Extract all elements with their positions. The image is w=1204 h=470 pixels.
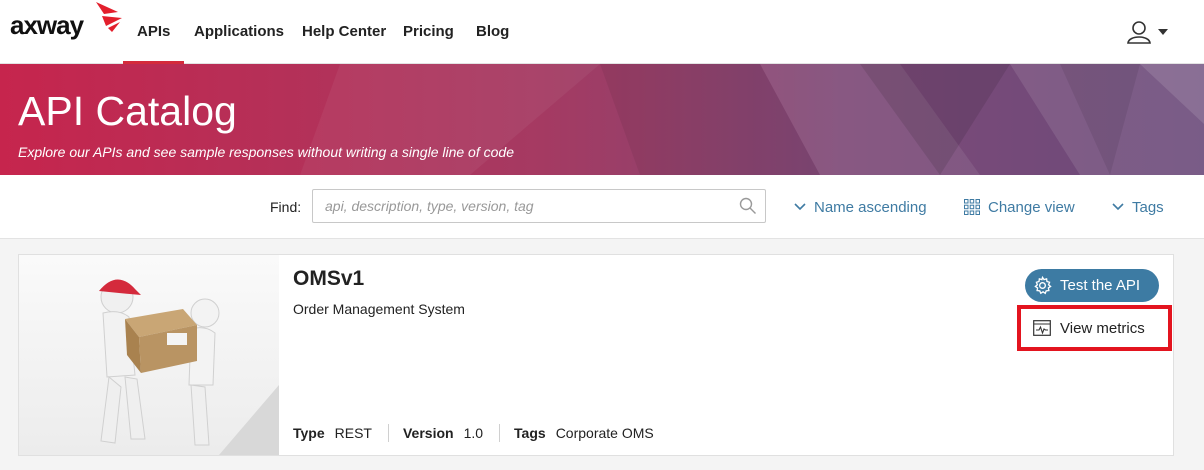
change-view-button[interactable]: Change view — [964, 197, 1075, 217]
metrics-chart-icon — [1033, 320, 1051, 336]
api-card[interactable]: OMSv1 Order Management System Type REST … — [18, 254, 1174, 456]
api-name[interactable]: OMSv1 — [293, 267, 364, 291]
user-menu[interactable] — [1126, 20, 1170, 46]
nav-blog[interactable]: Blog — [476, 0, 509, 64]
logo-mark-icon — [96, 2, 122, 32]
api-meta: Type REST Version 1.0 Tags Corporate OMS — [293, 424, 670, 442]
type-label: Type — [293, 425, 325, 441]
find-label: Find: — [270, 199, 302, 215]
api-image — [19, 255, 279, 455]
user-icon — [1127, 21, 1151, 44]
search-input[interactable] — [313, 190, 733, 222]
nav-applications[interactable]: Applications — [194, 0, 284, 64]
page-title: API Catalog — [18, 88, 237, 134]
nav-apis[interactable]: APIs — [123, 0, 185, 64]
view-metrics-button[interactable]: View metrics — [1017, 305, 1172, 351]
type-value: REST — [334, 425, 372, 441]
sort-label: Name ascending — [814, 198, 927, 216]
caret-down-icon — [1158, 29, 1168, 35]
hero-banner: API Catalog Explore our APIs and see sam… — [0, 64, 1204, 175]
api-description: Order Management System — [293, 301, 465, 317]
tags-meta-label: Tags — [514, 425, 546, 441]
chevron-down-icon — [1112, 203, 1124, 211]
chevron-down-icon — [794, 203, 806, 211]
tags-label: Tags — [1132, 198, 1164, 216]
axway-logo[interactable]: axway — [10, 2, 126, 42]
test-api-label: Test the API — [1060, 277, 1141, 294]
logo-text: axway — [10, 10, 84, 40]
catalog-toolbar: Find: Name ascending Change view Tags — [0, 175, 1204, 239]
version-value: 1.0 — [463, 425, 484, 441]
grid-icon — [964, 199, 980, 215]
test-api-button[interactable]: Test the API — [1025, 269, 1159, 302]
meta-divider — [387, 424, 389, 442]
tags-meta-value: Corporate OMS — [555, 425, 654, 441]
sort-dropdown[interactable]: Name ascending — [794, 197, 927, 217]
tags-dropdown[interactable]: Tags — [1112, 197, 1164, 217]
search-field[interactable] — [312, 189, 766, 223]
page-subtitle: Explore our APIs and see sample response… — [18, 144, 514, 160]
nav-pricing[interactable]: Pricing — [403, 0, 454, 64]
search-icon[interactable] — [739, 197, 757, 215]
view-metrics-label: View metrics — [1060, 319, 1145, 337]
meta-divider — [499, 424, 501, 442]
top-navbar: axway APIs Applications Help Center Pric… — [0, 0, 1204, 64]
delivery-illustration — [99, 279, 279, 455]
nav-help-center[interactable]: Help Center — [302, 0, 386, 64]
change-view-label: Change view — [988, 198, 1075, 216]
version-label: Version — [402, 425, 454, 441]
gear-icon — [1034, 276, 1052, 295]
